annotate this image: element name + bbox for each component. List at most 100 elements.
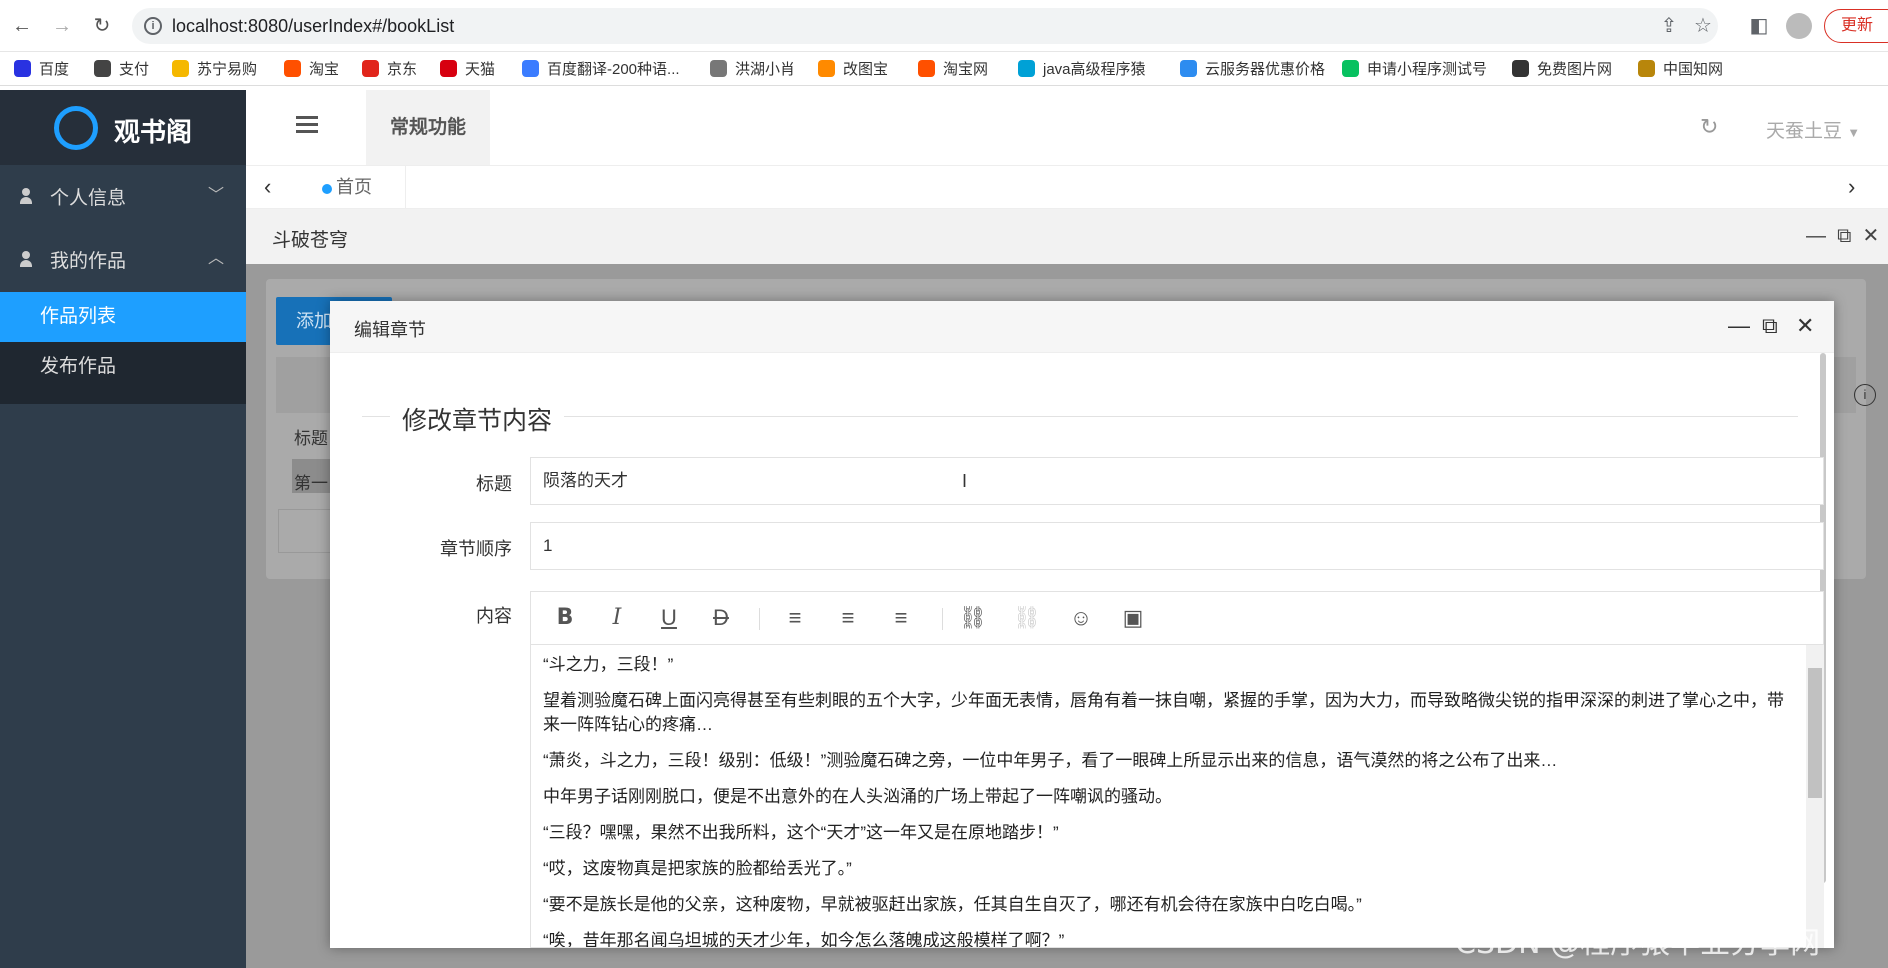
bookmark-item[interactable]: 洪湖小肖 (710, 58, 795, 79)
tabs-scroll-left-icon[interactable]: ‹ (264, 174, 271, 200)
italic-icon[interactable]: I (603, 604, 631, 632)
sidebar: 观书阁 个人信息 ﹀ 我的作品 ︿ 作品列表 发布作品 (0, 90, 246, 968)
bookmark-label: 申请小程序测试号 (1367, 61, 1488, 78)
profile-avatar-icon[interactable] (1786, 13, 1812, 39)
bookmark-item[interactable]: 免费图片网 (1512, 58, 1612, 79)
bookmark-label: 京东 (387, 61, 418, 78)
bookmark-item[interactable]: 百度翻译-200种语... (522, 58, 680, 79)
bookmark-item[interactable]: 淘宝 (284, 58, 339, 79)
logo-text: 观书阁 (114, 117, 193, 147)
chapter-order-input[interactable]: 1 (530, 522, 1824, 570)
strikethrough-icon[interactable]: D (707, 604, 735, 632)
update-button[interactable]: 更新 (1824, 9, 1888, 43)
align-right-icon[interactable]: ≡ (887, 604, 915, 632)
sidebar-item-my-works[interactable]: 我的作品 ︿ (0, 228, 246, 291)
bookmark-label: 百度翻译-200种语... (547, 61, 680, 78)
book-window-header: 斗破苍穹 — ⧉ ✕ (246, 209, 1888, 264)
chevron-up-icon: ︿ (207, 250, 224, 267)
header-tab-general[interactable]: 常规功能 (366, 90, 490, 165)
dialog-title: 编辑章节 (354, 320, 426, 340)
site-info-icon[interactable]: i (144, 17, 162, 35)
user-icon (20, 251, 32, 267)
maximize-icon[interactable]: ⧉ (1762, 313, 1778, 339)
align-left-icon[interactable]: ≡ (781, 604, 809, 632)
forward-arrow-icon[interactable]: → (50, 14, 74, 38)
bookmark-label: 淘宝网 (943, 61, 989, 78)
bookmark-item[interactable]: 中国知网 (1638, 58, 1723, 79)
row-title: 第一 (294, 474, 328, 493)
bookmark-favicon-icon (94, 60, 111, 77)
pager-prev[interactable] (278, 509, 338, 553)
close-icon[interactable]: ✕ (1863, 225, 1880, 247)
maximize-icon[interactable]: ⧉ (1837, 225, 1851, 247)
bookmark-label: 中国知网 (1663, 61, 1724, 78)
bookmark-label: 苏宁易购 (197, 61, 258, 78)
editor-paragraph: 中年男子话刚刚脱口，便是不出意外的在人头汹涌的广场上带起了一阵嘲讽的骚动。 (543, 787, 1172, 806)
bookmark-favicon-icon (918, 60, 935, 77)
title-input[interactable]: 陨落的天才 (530, 457, 1824, 505)
sidebar-item-label: 个人信息 (50, 188, 127, 209)
editor-paragraph: “三段？嘿嘿，果然不出我所料，这个“天才”这一年又是在原地踏步！” (543, 823, 1059, 842)
bookmark-item[interactable]: 百度 (14, 58, 69, 79)
star-icon[interactable]: ☆ (1690, 13, 1716, 39)
info-icon[interactable]: i (1854, 384, 1876, 406)
sidebar-subitem-work-list[interactable]: 作品列表 (0, 292, 246, 342)
emoji-icon[interactable]: ☺ (1067, 604, 1095, 632)
editor-content[interactable]: “斗之力，三段！” 望着测验魔石碑上面闪亮得甚至有些刺眼的五个大字，少年面无表情，… (530, 645, 1824, 948)
back-arrow-icon[interactable]: ← (10, 14, 34, 38)
sidebar-item-personal-info[interactable]: 个人信息 ﹀ (0, 165, 246, 228)
bookmark-item[interactable]: 苏宁易购 (172, 58, 257, 79)
address-bar[interactable]: i localhost:8080/userIndex#/bookList ⇪ ☆ (132, 8, 1718, 44)
bookmark-favicon-icon (440, 60, 457, 77)
url-text: localhost:8080/userIndex#/bookList (172, 16, 455, 36)
top-header: 常规功能 ↻ 天蚕土豆 ▼ (246, 90, 1888, 165)
tabs-scroll-right-icon[interactable]: › (1848, 174, 1855, 200)
book-title: 斗破苍穹 (272, 230, 349, 251)
tab-home[interactable]: 首页 (306, 166, 406, 210)
reload-icon[interactable]: ↻ (90, 14, 114, 38)
bookmark-item[interactable]: 淘宝网 (918, 58, 988, 79)
sidebar-subitem-publish-work[interactable]: 发布作品 (0, 342, 246, 392)
side-panel-icon[interactable]: ◧ (1746, 13, 1772, 39)
bookmark-label: 云服务器优惠价格 (1205, 61, 1326, 78)
unlink-icon[interactable]: ⛓ (1013, 604, 1041, 632)
editor-scroll-thumb[interactable] (1808, 668, 1822, 798)
bookmark-item[interactable]: 改图宝 (818, 58, 888, 79)
bookmark-item[interactable]: 云服务器优惠价格 (1180, 58, 1325, 79)
refresh-icon[interactable]: ↻ (1700, 114, 1718, 140)
bookmark-favicon-icon (284, 60, 301, 77)
bookmark-favicon-icon (1342, 60, 1359, 77)
align-center-icon[interactable]: ≡ (834, 604, 862, 632)
bookmark-item[interactable]: java高级程序猿 (1018, 58, 1146, 79)
menu-toggle-icon[interactable] (296, 116, 318, 134)
editor-toolbar: B I U D ≡ ≡ ≡ ⛓ ⛓ ☺ ▣ (530, 591, 1824, 645)
underline-icon[interactable]: U (655, 604, 683, 632)
close-icon[interactable]: ✕ (1796, 313, 1814, 339)
bookmark-favicon-icon (1512, 60, 1529, 77)
link-icon[interactable]: ⛓ (959, 604, 987, 632)
bookmark-favicon-icon (1180, 60, 1197, 77)
bookmark-favicon-icon (172, 60, 189, 77)
bookmark-label: 洪湖小肖 (735, 61, 796, 78)
minimize-icon[interactable]: — (1806, 225, 1826, 247)
bookmark-item[interactable]: 京东 (362, 58, 417, 79)
bookmark-label: 改图宝 (843, 61, 889, 78)
bookmark-favicon-icon (1638, 60, 1655, 77)
bookmark-label: 百度 (39, 61, 70, 78)
minimize-icon[interactable]: — (1728, 313, 1750, 339)
bookmark-item[interactable]: 天猫 (440, 58, 495, 79)
bookmark-item[interactable]: 申请小程序测试号 (1342, 58, 1487, 79)
bookmark-favicon-icon (362, 60, 379, 77)
user-menu[interactable]: 天蚕土豆 ▼ (1766, 116, 1860, 143)
share-icon[interactable]: ⇪ (1656, 13, 1682, 39)
bold-icon[interactable]: B (551, 604, 579, 632)
dialog-body: 修改章节内容 标题 陨落的天才 I 章节顺序 1 内容 B I U D ≡ ≡ … (350, 373, 1824, 948)
editor-paragraph: “萧炎，斗之力，三段！级别：低级！”测验魔石碑之旁，一位中年男子，看了一眼碑上所… (543, 751, 1558, 770)
bookmark-favicon-icon (710, 60, 727, 77)
fieldset-divider (362, 416, 1798, 417)
bookmark-favicon-icon (14, 60, 31, 77)
logo-icon (54, 106, 98, 150)
bookmarks-bar: 百度 支付 苏宁易购 淘宝 京东 天猫 百度翻译-200种语... 洪湖小肖 改图宝 淘宝网 jav… (0, 52, 1888, 86)
image-icon[interactable]: ▣ (1119, 604, 1147, 632)
bookmark-item[interactable]: 支付 (94, 58, 149, 79)
